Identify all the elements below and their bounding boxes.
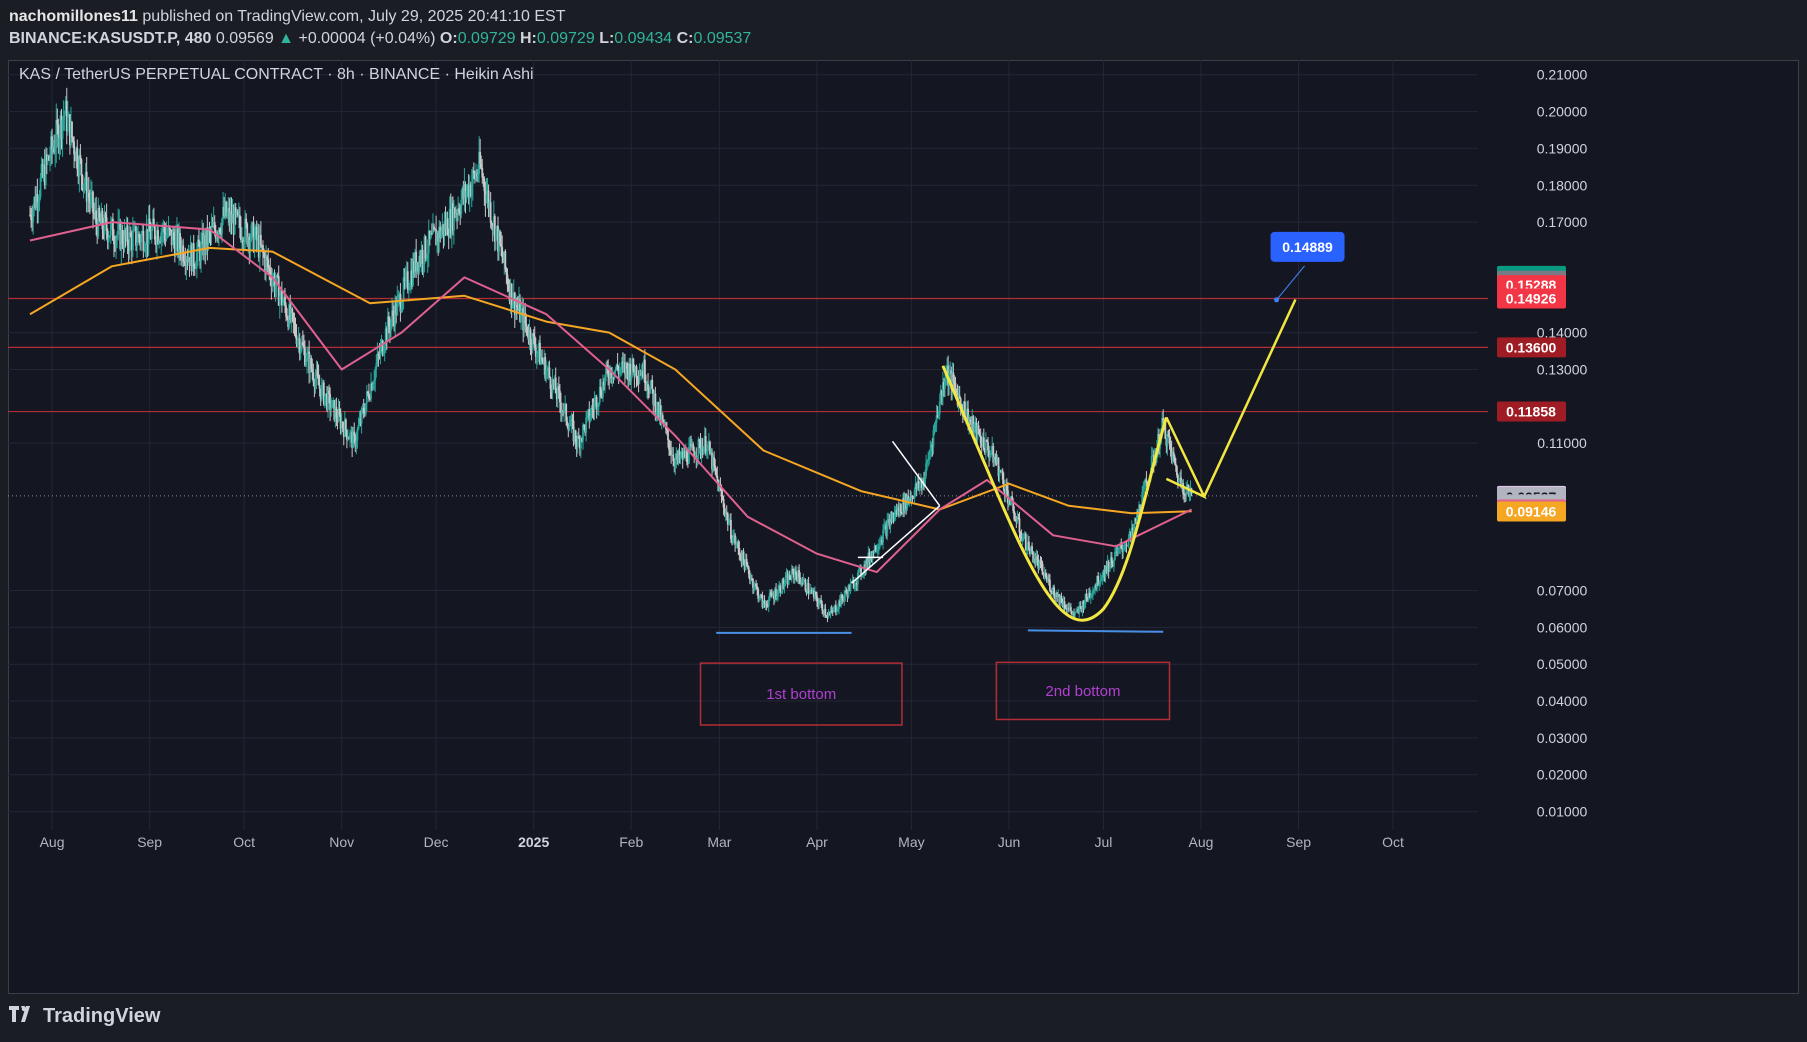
open-label: O: [439, 30, 458, 47]
annotation-text-2: 2nd bottom [1045, 683, 1120, 700]
target-label-text: 0.14889 [1282, 239, 1333, 255]
projection-line [1203, 298, 1297, 498]
candle-body [318, 385, 321, 389]
annotation-text-1: 1st bottom [766, 686, 836, 703]
high-label: H: [520, 30, 537, 47]
candle-body [71, 121, 73, 138]
y-tick-label: 0.11000 [1537, 435, 1587, 451]
candle-body [1125, 544, 1128, 546]
high-value: 0.09729 [536, 30, 595, 47]
x-tick-label: Apr [806, 834, 828, 850]
candle-body [306, 352, 308, 362]
y-tick-label: 0.13000 [1537, 361, 1588, 377]
y-tick-label: 0.20000 [1537, 104, 1588, 120]
ohlc-line: BINANCE:KASUSDT.P, 480 0.09569 ▲ +0.0000… [9, 28, 751, 50]
candle-body [716, 475, 719, 480]
candle-body [1069, 607, 1072, 611]
x-tick-label: Sep [137, 834, 162, 850]
support-line-2 [1027, 629, 1164, 633]
footer-brand: TradingView [9, 1005, 160, 1028]
y-tick-label: 0.21000 [1537, 67, 1588, 83]
candle-body [504, 251, 507, 269]
candle-body [824, 608, 827, 616]
price-label-text: 0.14926 [1506, 291, 1557, 307]
y-tick-label: 0.07000 [1537, 583, 1588, 599]
low-value: 0.09434 [614, 30, 673, 47]
candle-body [1031, 546, 1033, 552]
publish-header: nachomillones11 published on TradingView… [9, 6, 751, 50]
candle-body [1049, 579, 1051, 591]
candle-body [548, 367, 551, 378]
candle-body [259, 234, 262, 246]
y-tick-label: 0.02000 [1537, 767, 1588, 783]
symbol-label: BINANCE:KASUSDT.P, 480 [9, 30, 212, 47]
price-label-text: 0.13600 [1506, 339, 1557, 355]
candle-body [424, 236, 427, 259]
y-tick-label: 0.05000 [1537, 656, 1588, 672]
candle-body [900, 504, 902, 513]
y-tick-label: 0.04000 [1537, 693, 1588, 709]
close-value: 0.09537 [693, 30, 752, 47]
candle-body [66, 116, 69, 132]
price-change: +0.00004 (+0.04%) [298, 30, 436, 47]
candle-body [421, 249, 424, 265]
candle-body [131, 231, 134, 251]
candle-body [356, 429, 359, 441]
last-price: 0.09569 [215, 30, 274, 47]
brand-name: TradingView [43, 1005, 161, 1027]
change-arrow-icon: ▲ [278, 30, 295, 47]
candle-body [63, 112, 66, 117]
candle-body [568, 425, 571, 431]
x-tick-label: Aug [40, 834, 65, 850]
target-pointer [1276, 265, 1305, 301]
tradingview-logo-icon [9, 1005, 37, 1028]
cup-drawing [941, 365, 1168, 622]
candle-body [489, 202, 492, 223]
candle-body [651, 379, 654, 390]
y-tick-label: 0.06000 [1537, 619, 1588, 635]
x-tick-label: Sep [1286, 834, 1311, 850]
x-tick-label: 2025 [518, 834, 549, 850]
price-chart[interactable]: Aug Sep Oct Nov Dec 2025 Feb Mar Apr May Jun Jul Aug… [8, 60, 1799, 994]
x-tick-label: Oct [233, 834, 255, 850]
low-label: L: [599, 30, 615, 47]
candle-body [667, 430, 669, 440]
candle-body [525, 323, 528, 327]
published-text: published on TradingView.com, July 29, 2… [142, 8, 566, 25]
ma-slow-line [29, 246, 1192, 515]
x-tick-label: Mar [707, 834, 731, 850]
y-tick-label: 0.03000 [1537, 730, 1588, 746]
close-label: C: [676, 30, 694, 47]
candle-body [982, 437, 985, 450]
x-tick-label: Aug [1189, 834, 1214, 850]
y-tick-label: 0.19000 [1537, 140, 1588, 156]
y-tick-label: 0.18000 [1537, 177, 1588, 193]
candle-body [784, 576, 787, 584]
candle-body [804, 579, 807, 591]
candle-body [344, 419, 347, 431]
x-tick-label: Nov [329, 834, 354, 850]
candle-body [849, 582, 852, 592]
x-tick-label: Feb [619, 834, 643, 850]
candle-body [779, 585, 782, 593]
target-dot [1274, 297, 1280, 303]
chart-title: KAS / TetherUS PERPETUAL CONTRACT · 8h ·… [19, 66, 534, 83]
candle-body [1113, 560, 1115, 567]
y-tick-label: 0.01000 [1537, 804, 1588, 820]
price-label-text: 0.11858 [1506, 404, 1556, 420]
candle-body [742, 551, 745, 561]
y-tick-label: 0.17000 [1537, 214, 1588, 230]
x-tick-label: Jul [1094, 834, 1112, 850]
candle-body [80, 159, 83, 176]
x-tick-label: May [898, 834, 924, 850]
x-tick-label: Oct [1382, 834, 1404, 850]
author-name[interactable]: nachomillones11 [9, 8, 138, 25]
candle-body [821, 604, 824, 611]
open-value: 0.09729 [457, 30, 516, 47]
x-tick-label: Dec [424, 834, 449, 850]
candle-body [1018, 518, 1021, 533]
price-label-text: 0.09146 [1506, 503, 1557, 519]
x-tick-label: Jun [998, 834, 1021, 850]
candle-body [661, 415, 664, 420]
